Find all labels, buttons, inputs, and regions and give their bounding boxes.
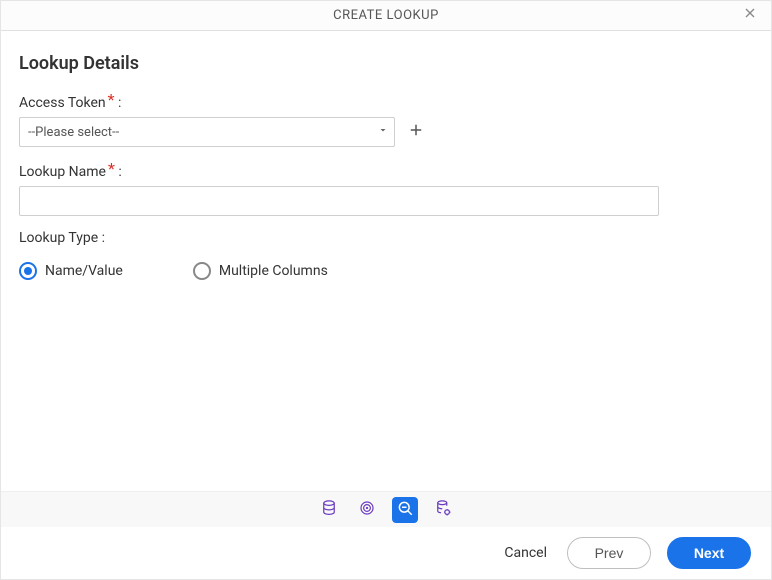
modal-body: Lookup Details Access Token* : --Please …	[1, 31, 771, 491]
radio-label: Name/Value	[45, 263, 123, 279]
required-asterisk: *	[108, 90, 115, 109]
plus-icon	[407, 120, 425, 144]
database-gear-icon	[434, 499, 452, 521]
prev-button[interactable]: Prev	[567, 537, 651, 569]
lookup-type-group: Lookup Type : Name/Value Multiple Column…	[19, 230, 753, 280]
modal-header: CREATE LOOKUP	[1, 1, 771, 31]
add-access-token-button[interactable]	[407, 123, 425, 141]
access-token-label: Access Token* :	[19, 92, 121, 111]
lookup-type-radiogroup: Name/Value Multiple Columns	[19, 262, 753, 280]
access-token-group: Access Token* : --Please select--	[19, 92, 753, 147]
close-button[interactable]	[735, 1, 765, 31]
section-title: Lookup Details	[19, 53, 753, 74]
access-token-select-wrap: --Please select--	[19, 117, 395, 147]
wizard-step-bar	[1, 491, 771, 527]
radio-name-value[interactable]: Name/Value	[19, 262, 123, 280]
cancel-button[interactable]: Cancel	[500, 539, 551, 567]
create-lookup-modal: CREATE LOOKUP Lookup Details Access Toke…	[0, 0, 772, 580]
radio-multiple-columns[interactable]: Multiple Columns	[193, 262, 328, 280]
step-4[interactable]	[430, 497, 456, 523]
target-icon	[358, 499, 376, 521]
search-zoom-icon	[396, 499, 414, 521]
radio-icon	[193, 262, 211, 280]
lookup-name-group: Lookup Name* :	[19, 161, 753, 216]
radio-icon	[19, 262, 37, 280]
step-3[interactable]	[392, 497, 418, 523]
access-token-row: --Please select--	[19, 117, 753, 147]
required-asterisk: *	[108, 159, 115, 178]
lookup-name-input[interactable]	[19, 186, 659, 216]
modal-footer: Cancel Prev Next	[1, 527, 771, 579]
access-token-select[interactable]: --Please select--	[19, 117, 395, 147]
lookup-name-label: Lookup Name* :	[19, 161, 122, 180]
modal-title: CREATE LOOKUP	[333, 8, 439, 23]
close-icon	[742, 1, 758, 31]
radio-label: Multiple Columns	[219, 263, 328, 279]
step-1[interactable]	[316, 497, 342, 523]
access-token-value: --Please select--	[28, 125, 119, 140]
step-2[interactable]	[354, 497, 380, 523]
next-button[interactable]: Next	[667, 537, 751, 569]
database-icon	[320, 499, 338, 521]
lookup-type-label: Lookup Type :	[19, 230, 105, 246]
